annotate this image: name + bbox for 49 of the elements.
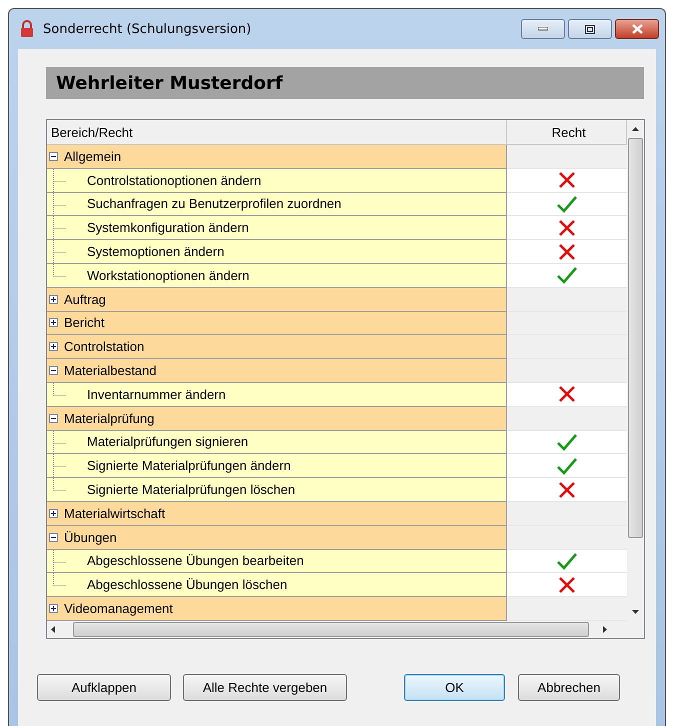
maximize-button[interactable] (568, 19, 612, 39)
scroll-left-icon (51, 626, 55, 633)
close-icon (632, 24, 642, 34)
heading-bar: Wehrleiter Musterdorf (46, 67, 644, 99)
permission-label: Controlstationoptionen ändern (87, 172, 262, 188)
window-title: Sonderrecht (Schulungsversion) (43, 22, 252, 36)
close-button[interactable] (615, 19, 659, 39)
lock-icon (19, 20, 35, 38)
group-row[interactable]: Allgemein (47, 145, 508, 169)
permission-label: Systemoptionen ändern (87, 244, 224, 260)
group-row[interactable]: Auftrag (47, 288, 508, 312)
scroll-right-icon (603, 626, 607, 633)
permission-label: Signierte Materialprüfungen löschen (87, 482, 296, 498)
group-label: Materialbestand (64, 363, 156, 378)
dialog-button[interactable]: OK (404, 674, 505, 701)
permission-label: Inventarnummer ändern (87, 386, 226, 402)
group-label: Videomanagement (64, 601, 173, 616)
permission-label: Materialprüfungen signieren (87, 434, 248, 450)
permission-label: Abgeschlossene Übungen löschen (87, 577, 288, 592)
minimize-button[interactable] (521, 19, 565, 39)
dialog-button[interactable]: Alle Rechte vergeben (183, 674, 347, 701)
group-row[interactable]: Übungen (47, 526, 508, 550)
dialog-button[interactable]: Abbrechen (518, 674, 620, 701)
group-label: Controlstation (64, 339, 144, 354)
group-row[interactable]: Videomanagement (47, 597, 508, 621)
group-label: Bericht (64, 315, 104, 330)
permission-label: Abgeschlossene Übungen bearbeiten (87, 553, 304, 568)
column-header[interactable]: Bereich/Recht (47, 120, 508, 144)
group-label: Auftrag (64, 292, 106, 307)
scrollbar-thumb[interactable] (73, 622, 589, 637)
scrollbar-thumb[interactable] (628, 138, 643, 538)
group-label: Materialprüfung (64, 410, 154, 426)
group-label: Allgemein (64, 148, 122, 164)
permission-label: Suchanfragen zu Benutzerprofilen zuordnen (87, 196, 342, 212)
permission-label: Workstationoptionen ändern (87, 268, 250, 283)
permission-label: Systemkonfiguration ändern (87, 220, 249, 236)
group-row[interactable]: Controlstation (47, 335, 508, 360)
scroll-down-icon (632, 610, 639, 614)
minimize-icon (538, 27, 548, 31)
dialog-button[interactable]: Aufklappen (37, 674, 171, 701)
scroll-up-icon (632, 127, 639, 131)
group-label: Übungen (64, 530, 117, 545)
permission-label: Signierte Materialprüfungen ändern (87, 458, 291, 474)
group-row[interactable]: Bericht (47, 312, 508, 336)
group-row[interactable]: Materialwirtschaft (47, 502, 508, 526)
group-label: Materialwirtschaft (64, 506, 166, 521)
maximize-icon (585, 24, 595, 34)
group-row[interactable]: Materialbestand (47, 359, 508, 383)
group-row[interactable]: Materialprüfung (47, 406, 508, 431)
